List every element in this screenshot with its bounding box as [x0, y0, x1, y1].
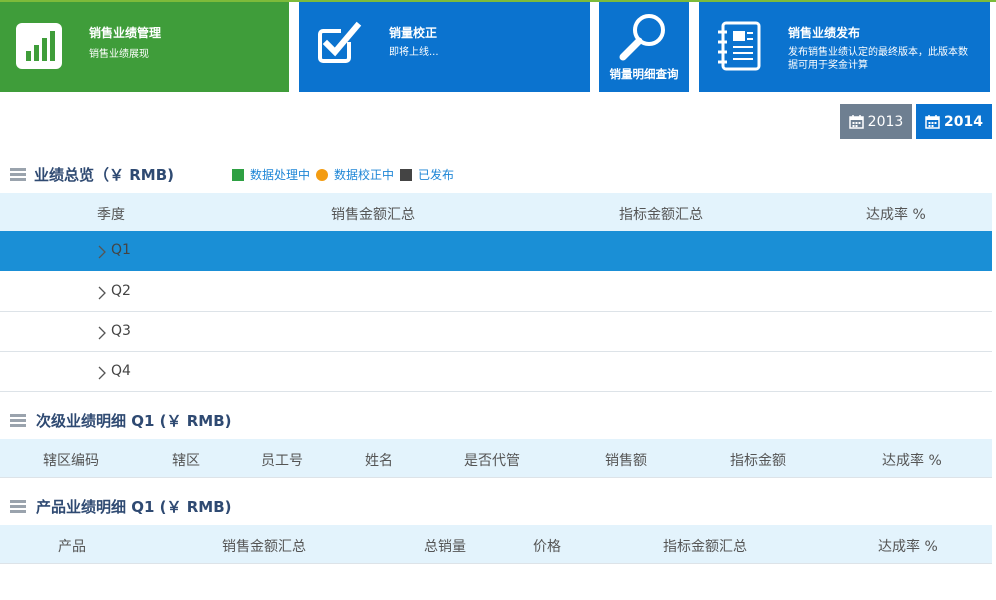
column-header: 销售金额汇总	[222, 539, 306, 555]
tile-sales-publish[interactable]: 销售业绩发布 发布销售业绩认定的最终版本，此版本数据可用于奖金计算	[699, 2, 990, 92]
year-2014-button[interactable]: 2014	[916, 104, 992, 139]
table-divider	[0, 563, 992, 564]
column-header: 是否代管	[464, 453, 520, 469]
subordinate-section-header: 次级业绩明细 Q1 (￥ RMB)	[10, 410, 231, 431]
quarter-label: Q3	[111, 323, 131, 339]
table-row[interactable]: Q2	[0, 272, 992, 312]
tile-subtitle: 即将上线...	[389, 47, 439, 58]
year-label: 2014	[944, 113, 983, 130]
quarter-label: Q1	[111, 242, 131, 258]
chevron-right-icon	[98, 245, 106, 259]
column-header: 价格	[533, 539, 561, 555]
column-header: 指标金额汇总	[619, 207, 703, 223]
checkbox-check-icon	[315, 20, 363, 68]
processing-legend-swatch	[232, 168, 244, 181]
chevron-right-icon	[98, 326, 106, 340]
column-header: 辖区编码	[43, 453, 99, 469]
column-header: 姓名	[365, 453, 393, 469]
legend-label: 已发布	[418, 168, 455, 182]
tile-sales-detail-query[interactable]: 销量明细查询	[599, 2, 689, 92]
year-2013-button[interactable]: 2013	[840, 104, 912, 139]
column-header: 达成率 %	[866, 207, 926, 223]
magnifier-icon	[617, 10, 669, 64]
tile-sales-performance[interactable]: 销售业绩管理 销售业绩展现	[0, 2, 289, 92]
table-divider	[0, 477, 992, 478]
calendar-icon	[925, 115, 940, 129]
tile-title: 销售业绩管理	[89, 26, 162, 40]
column-header: 指标金额汇总	[663, 539, 747, 555]
status-legend: 数据处理中 数据校正中 已发布	[232, 166, 460, 183]
product-table-header: 产品 销售金额汇总 总销量 价格 指标金额汇总 达成率 %	[0, 525, 992, 563]
calendar-icon	[848, 115, 864, 129]
column-header: 员工号	[261, 453, 303, 469]
column-header: 产品	[58, 539, 86, 555]
tile-subtitle: 发布销售业绩认定的最终版本，此版本数据可用于奖金计算	[788, 47, 968, 71]
quarter-label: Q2	[111, 283, 131, 299]
column-header: 达成率 %	[882, 453, 942, 469]
column-header: 总销量	[424, 539, 466, 555]
table-row[interactable]: Q1	[0, 231, 992, 271]
section-title: 产品业绩明细 Q1 (￥ RMB)	[36, 498, 232, 516]
table-row[interactable]: Q4	[0, 352, 992, 392]
notebook-icon	[713, 20, 763, 72]
list-icon	[10, 499, 26, 514]
list-icon	[10, 167, 26, 182]
chevron-right-icon	[98, 286, 106, 300]
overview-table-header: 季度 销售金额汇总 指标金额汇总 达成率 %	[0, 193, 992, 231]
legend-label: 数据校正中	[334, 168, 395, 182]
column-header: 销售金额汇总	[331, 207, 415, 223]
tile-title: 销量校正	[389, 26, 438, 40]
verifying-legend-swatch	[316, 168, 329, 181]
subordinate-table-header: 辖区编码 辖区 员工号 姓名 是否代管 销售额 指标金额 达成率 %	[0, 439, 992, 477]
section-title: 业绩总览（￥ RMB)	[34, 166, 174, 184]
list-icon	[10, 413, 26, 428]
tile-title: 销售业绩发布	[788, 26, 861, 40]
year-label: 2013	[867, 113, 904, 130]
legend-label: 数据处理中	[250, 168, 311, 182]
column-header: 达成率 %	[878, 539, 938, 555]
chevron-right-icon	[98, 366, 106, 380]
column-header: 辖区	[172, 453, 200, 469]
bar-chart-icon	[16, 23, 62, 69]
published-legend-swatch	[400, 168, 413, 181]
product-section-header: 产品业绩明细 Q1 (￥ RMB)	[10, 496, 231, 517]
overview-section-header: 业绩总览（￥ RMB)	[10, 164, 174, 185]
table-row[interactable]: Q3	[0, 312, 992, 352]
column-header: 指标金额	[730, 453, 786, 469]
column-header: 季度	[97, 207, 125, 223]
section-title: 次级业绩明细 Q1 (￥ RMB)	[36, 412, 232, 430]
tile-sales-verify[interactable]: 销量校正 即将上线...	[299, 2, 590, 92]
quarter-label: Q4	[111, 363, 131, 379]
tile-title: 销量明细查询	[609, 67, 679, 81]
column-header: 销售额	[605, 453, 647, 469]
tile-subtitle: 销售业绩展现	[89, 49, 149, 60]
